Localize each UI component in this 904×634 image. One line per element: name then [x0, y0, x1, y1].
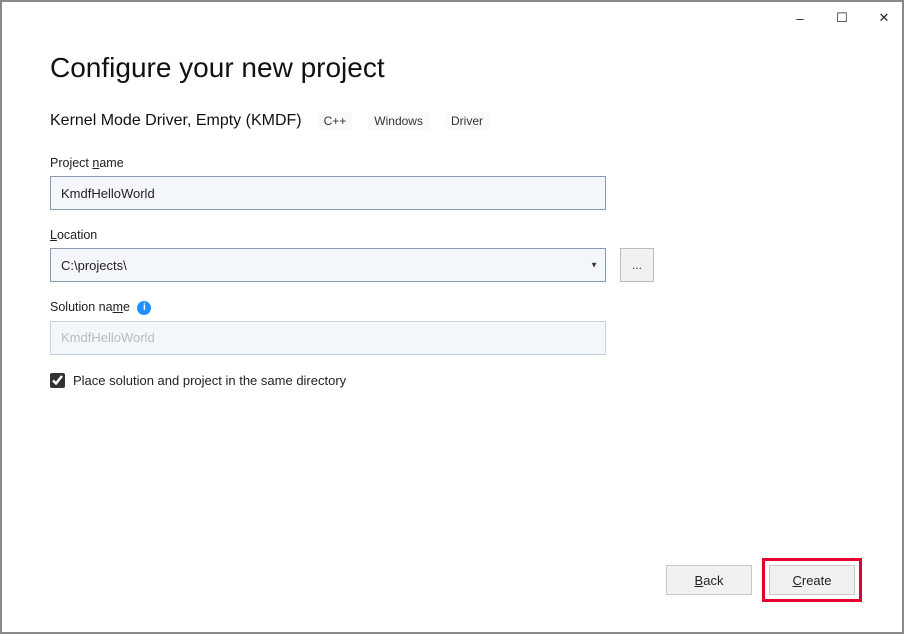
project-name-label: Project name — [50, 156, 854, 170]
browse-button[interactable]: ... — [620, 248, 654, 282]
maximize-button[interactable]: ☐ — [832, 8, 852, 28]
close-button[interactable]: ✕ — [874, 8, 894, 28]
info-icon[interactable]: i — [137, 301, 151, 315]
create-highlight: Create — [762, 558, 862, 602]
tag-driver: Driver — [445, 112, 489, 130]
same-directory-label: Place solution and project in the same d… — [73, 373, 346, 388]
minimize-button[interactable]: – — [790, 8, 810, 28]
location-label: Location — [50, 228, 854, 242]
same-directory-checkbox[interactable] — [50, 373, 65, 388]
create-button[interactable]: Create — [769, 565, 855, 595]
page-title: Configure your new project — [50, 52, 854, 84]
tag-cpp: C++ — [318, 112, 353, 130]
project-name-input[interactable] — [50, 176, 606, 210]
tag-windows: Windows — [368, 112, 429, 130]
back-button[interactable]: Back — [666, 565, 752, 595]
template-row: Kernel Mode Driver, Empty (KMDF) C++ Win… — [50, 112, 854, 130]
location-combo[interactable] — [50, 248, 606, 282]
template-name: Kernel Mode Driver, Empty (KMDF) — [50, 112, 302, 130]
solution-name-input — [50, 321, 606, 355]
solution-name-label: Solution name i — [50, 300, 854, 315]
